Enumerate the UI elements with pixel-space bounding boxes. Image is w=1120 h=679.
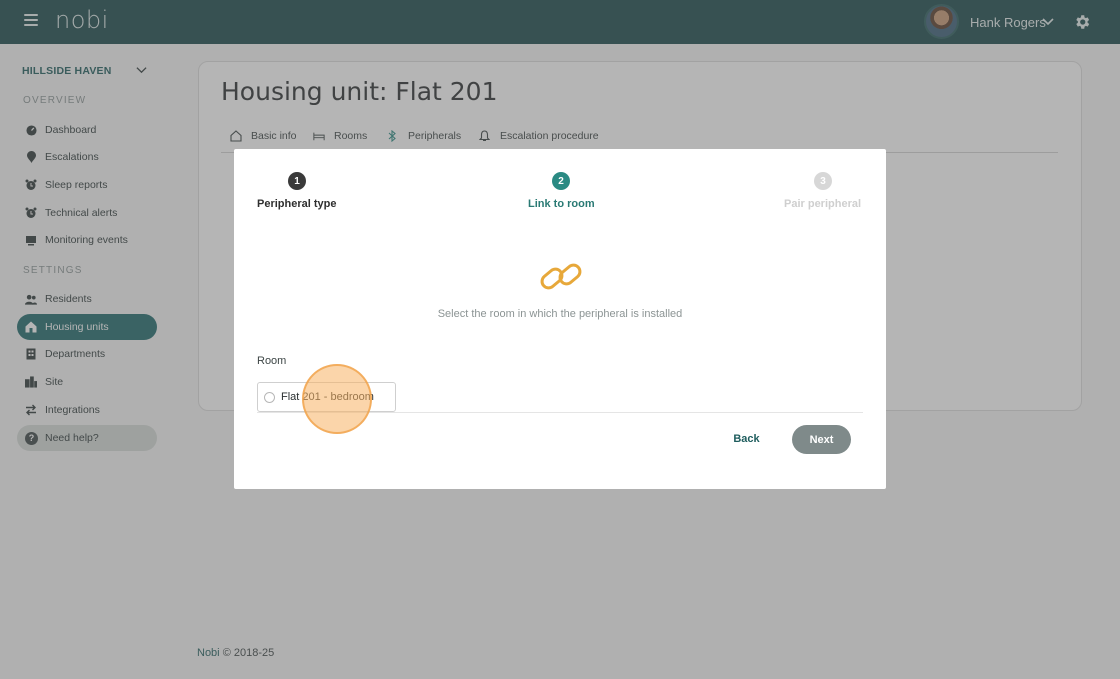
next-button[interactable]: Next	[792, 425, 851, 454]
add-peripheral-dialog: 1 Peripheral type 2 Link to room 3 Pair …	[234, 149, 886, 489]
room-option-flat-201-bedroom[interactable]: Flat 201 - bedroom	[257, 382, 396, 412]
instruction-text: Select the room in which the peripheral …	[437, 308, 683, 320]
back-button[interactable]: Back	[724, 426, 769, 452]
step-1-label: Peripheral type	[257, 198, 337, 210]
step-3-label: Pair peripheral	[784, 198, 862, 210]
step-2-label: Link to room	[528, 198, 595, 210]
link-chain-icon	[540, 263, 582, 290]
divider	[257, 412, 863, 413]
room-field-label: Room	[257, 355, 287, 367]
step-3-number: 3	[814, 172, 832, 190]
step-2-number: 2	[552, 172, 570, 190]
step-1-number: 1	[288, 172, 306, 190]
room-option-label: Flat 201 - bedroom	[281, 391, 374, 403]
radio-button[interactable]	[264, 391, 275, 403]
